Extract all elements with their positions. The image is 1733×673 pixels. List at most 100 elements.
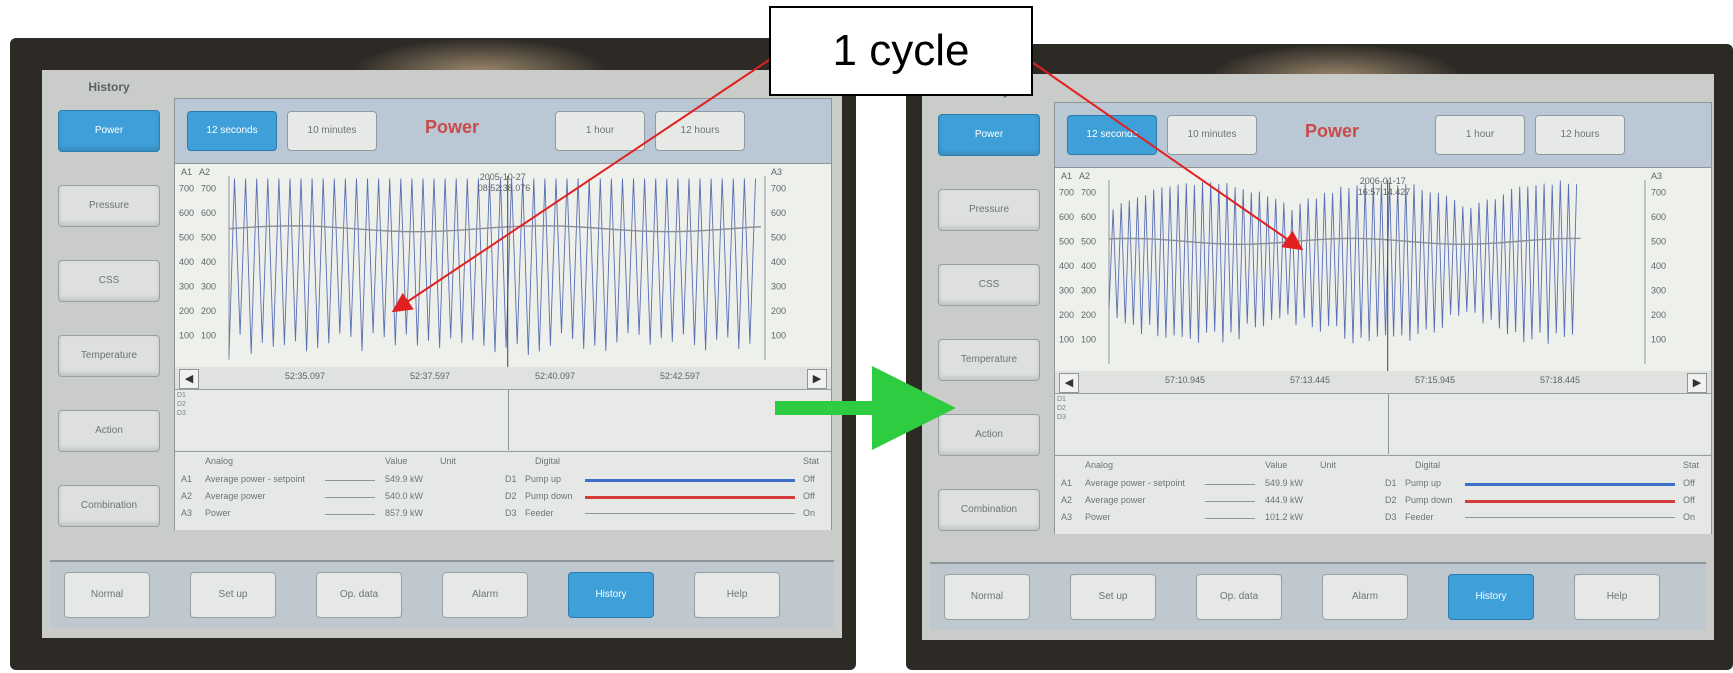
range-button-1[interactable]: 10 minutes [287,111,377,151]
y-tick-left2: 400 [201,257,216,267]
row-digital-channel: D2 [505,491,517,501]
page-title: Power [1305,121,1360,141]
y-tick-left2: 700 [1081,187,1096,197]
nav-combination-button[interactable]: Combination [58,485,160,527]
bottom-alarm-button[interactable]: Alarm [1322,574,1408,620]
table-header-unit: Unit [440,456,457,466]
nav-power-button[interactable]: Power [938,114,1040,156]
row-name: Average power - setpoint [1085,478,1185,488]
range-button-3[interactable]: 12 hours [655,111,745,151]
x-tick-label: 57:18.445 [1540,375,1581,385]
table-header-value: Value [385,456,408,466]
x-tick-label: 57:10.945 [1165,375,1206,385]
bottom-help-button[interactable]: Help [1574,574,1660,620]
row-digital-channel: D1 [505,474,517,484]
monitor-right: History Power Pressure CSS Temperature Action… [906,44,1733,670]
x-tick-label: 57:15.945 [1415,375,1456,385]
nav-temperature-button[interactable]: Temperature [938,339,1040,381]
row-digital-name: Pump down [525,491,573,501]
row-digital-line [585,496,795,499]
nav-action-button[interactable]: Action [938,414,1040,456]
row-name: Average power [1085,495,1146,505]
cursor-ext [507,390,509,450]
range-button-2[interactable]: 1 hour [1435,115,1525,155]
chart-panel: 12 seconds 10 minutes 1 hour 12 hours Power A… [174,98,832,530]
table-header-digital: Digital [535,456,561,466]
cursor-ext [1387,394,1389,454]
scroll-left-button[interactable]: ◀ [1059,373,1079,393]
time-scrollbar[interactable]: ◀ 52:35.097 52:37.597 52:40.097 52:42.597 ▶ [175,367,831,390]
nav-action-button[interactable]: Action [58,410,160,452]
y-tick-left: 600 [1059,212,1074,222]
row-value: 540.0 kW [385,491,424,501]
y-tick-left2: 200 [1081,310,1096,320]
nav-combination-button[interactable]: Combination [938,489,1040,531]
y-tick-right: 500 [1651,236,1666,246]
row-digital-line [1465,517,1675,518]
x-tick-label: 52:35.097 [285,371,326,381]
row-channel: A3 [181,508,193,518]
x-tick-label: 52:37.597 [410,371,451,381]
bottom-opdata-button[interactable]: Op. data [1196,574,1282,620]
nav-pressure-button[interactable]: Pressure [938,189,1040,231]
row-value: 549.9 kW [1265,478,1304,488]
bottom-opdata-button[interactable]: Op. data [316,572,402,618]
nav-css-button[interactable]: CSS [938,264,1040,306]
table-header-value: Value [1265,460,1288,470]
y-tick-right: 700 [771,183,786,193]
y-tick-left: 200 [1059,310,1074,320]
y-tick-left: 700 [179,183,194,193]
power-series-line [228,178,756,356]
range-button-0[interactable]: 12 seconds [187,111,277,151]
screen-left: History Power Pressure CSS Temperature Action… [42,70,842,638]
table-header-digital: Digital [1415,460,1441,470]
scroll-right-button[interactable]: ▶ [1687,373,1707,393]
scroll-left-button[interactable]: ◀ [179,369,199,389]
page-title: Power [425,117,480,137]
row-value: 857.9 kW [385,508,424,518]
bottom-setup-button[interactable]: Set up [1070,574,1156,620]
bottom-normal-button[interactable]: Normal [64,572,150,618]
digital-label: D1 [1057,396,1066,403]
y-tick-left: 100 [179,330,194,340]
nav-pressure-button[interactable]: Pressure [58,185,160,227]
digital-channels: D1 D2 D3 [175,390,831,450]
axis-tag-a2: A2 [199,167,210,177]
row-name: Average power - setpoint [205,474,305,484]
scroll-right-button[interactable]: ▶ [807,369,827,389]
row-name: Power [205,508,231,518]
bottom-setup-button[interactable]: Set up [190,572,276,618]
row-leader [325,497,375,498]
bottom-normal-button[interactable]: Normal [944,574,1030,620]
y-tick-left2: 600 [201,208,216,218]
nav-power-button[interactable]: Power [58,110,160,152]
chart-svg: A1 A2 A3 700 700 700 600 600 600 500 500 500 400 400 4… [179,167,786,368]
row-stat: Off [803,474,815,484]
panel-header: 12 seconds 10 minutes 1 hour 12 hours Power [175,99,831,163]
row-stat: On [1683,512,1696,522]
nav-css-button[interactable]: CSS [58,260,160,302]
y-tick-left: 300 [1059,285,1074,295]
y-tick-left: 500 [179,232,194,242]
row-digital-line [1465,483,1675,486]
range-button-1[interactable]: 10 minutes [1167,115,1257,155]
row-digital-name: Feeder [525,508,554,518]
nav-temperature-button[interactable]: Temperature [58,335,160,377]
bottom-help-button[interactable]: Help [694,572,780,618]
bottom-nav: Normal Set up Op. data Alarm History Help [930,562,1706,630]
bottom-history-button[interactable]: History [568,572,654,618]
time-scrollbar[interactable]: ◀ 57:10.945 57:13.445 57:15.945 57:18.445 ▶ [1055,371,1711,394]
bottom-history-button[interactable]: History [1448,574,1534,620]
monitor-left: History Power Pressure CSS Temperature Action… [10,38,856,670]
range-button-2[interactable]: 1 hour [555,111,645,151]
row-leader [1205,501,1255,502]
table-header-unit: Unit [1320,460,1337,470]
bottom-alarm-button[interactable]: Alarm [442,572,528,618]
range-button-3[interactable]: 12 hours [1535,115,1625,155]
y-tick-left: 600 [179,208,194,218]
range-button-0[interactable]: 12 seconds [1067,115,1157,155]
y-tick-left2: 100 [1081,334,1096,344]
digital-label: D2 [177,401,186,408]
y-tick-right: 500 [771,232,786,242]
row-leader [1205,484,1255,485]
